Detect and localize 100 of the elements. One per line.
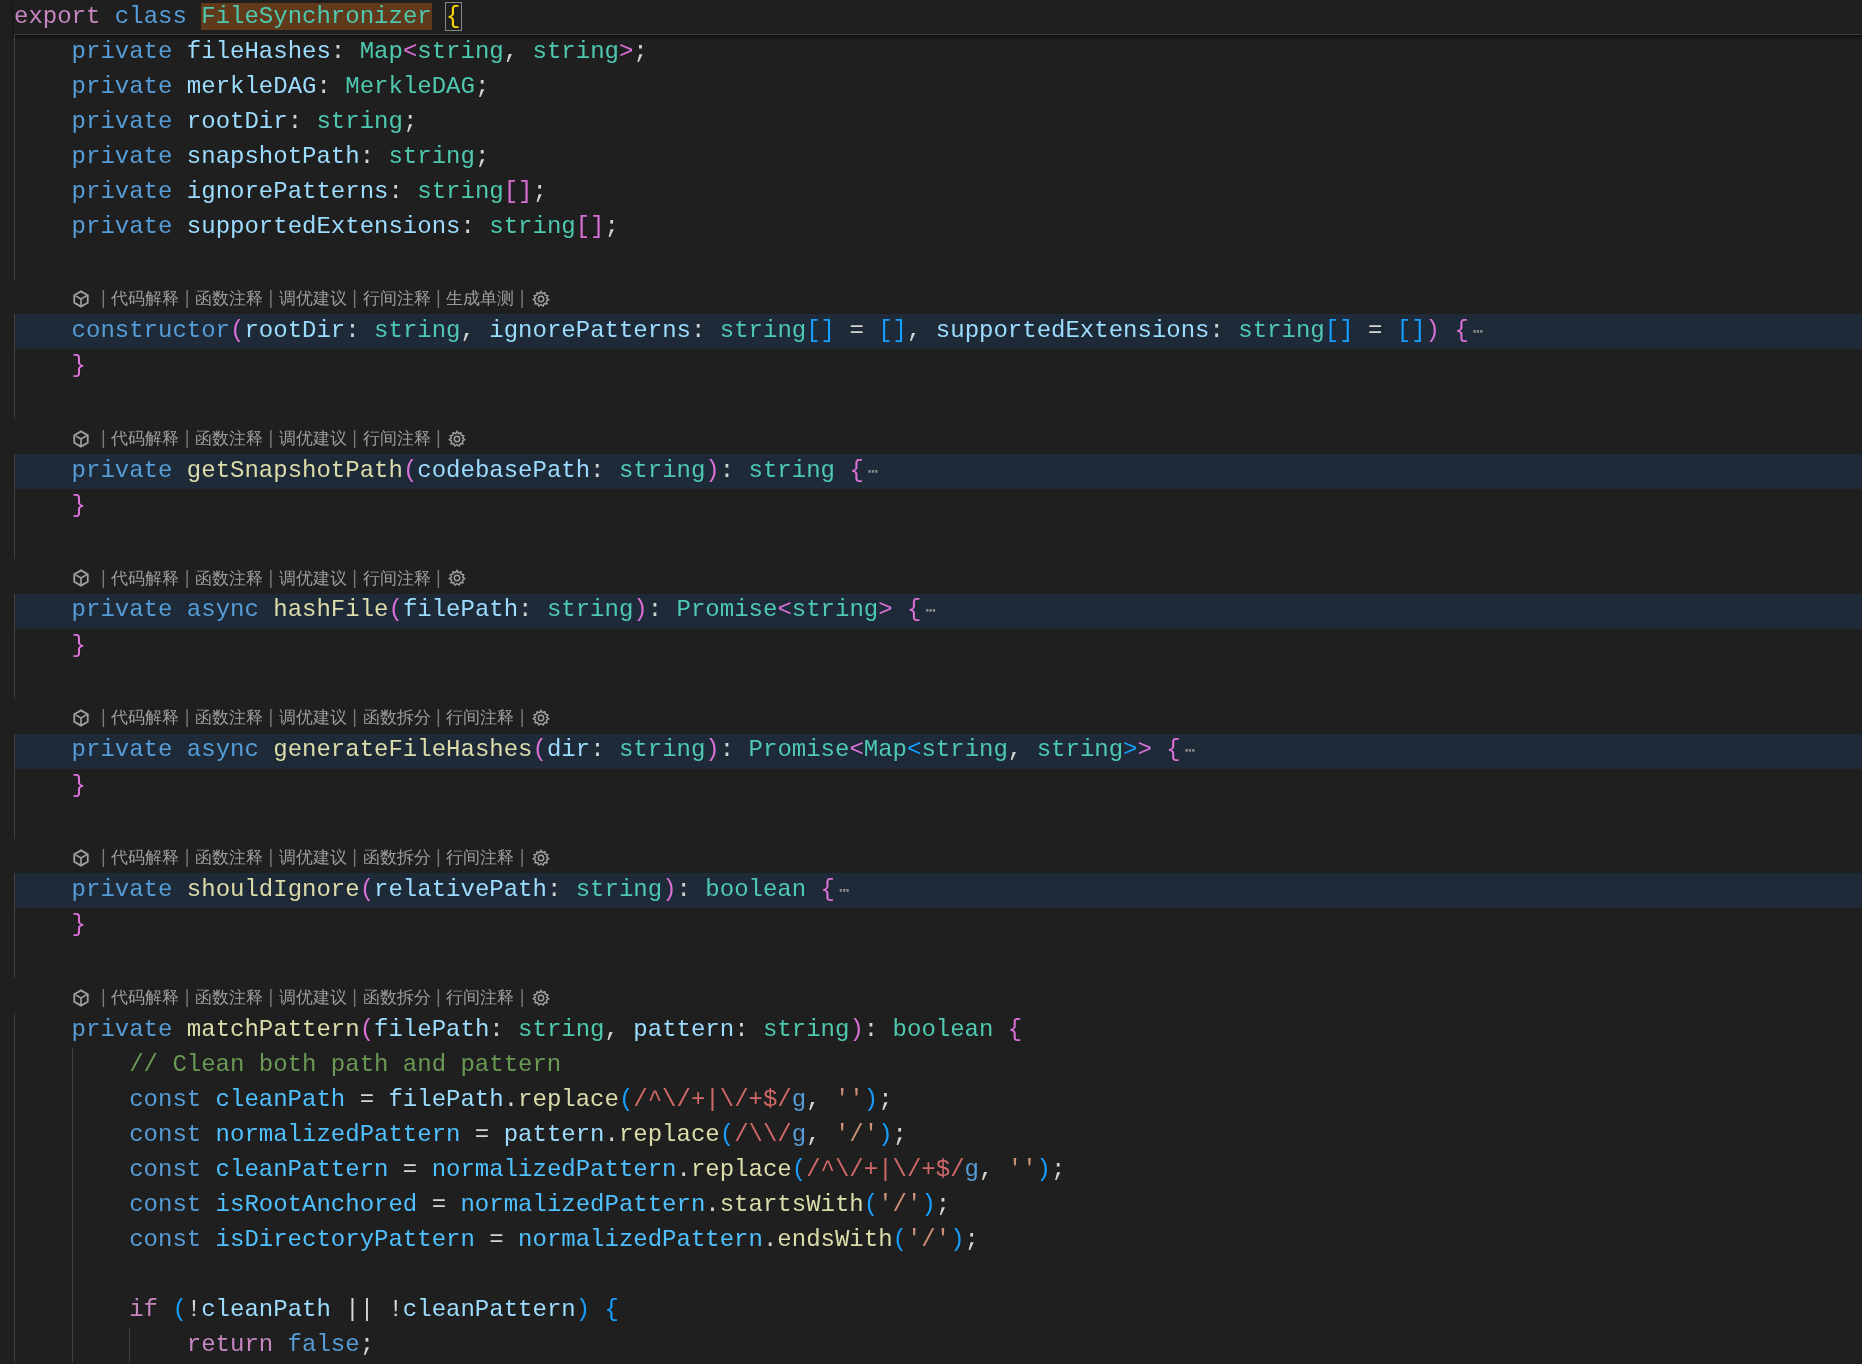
code-line: const isDirectoryPattern = normalizedPattern.endsWith('/'); (129, 1224, 979, 1255)
code-line: const cleanPath = filePath.replace(/^\/+|\/+$/g, ''); (129, 1085, 893, 1116)
code-lens-link[interactable]: 函数拆分 (362, 705, 431, 731)
code-line: private snapshotPath: string; (71, 141, 490, 172)
separator: | (350, 846, 359, 870)
settings-icon[interactable] (532, 709, 550, 728)
code-lens-link[interactable]: 调优建议 (278, 984, 347, 1011)
code-lens-link[interactable]: 函数注释 (195, 984, 264, 1011)
separator: | (99, 566, 108, 590)
separator: | (434, 985, 443, 1009)
code-line: } (71, 351, 86, 382)
settings-icon[interactable] (532, 289, 550, 308)
separator: | (99, 846, 108, 870)
matched-bracket: { (446, 2, 461, 30)
cube-icon (71, 289, 90, 308)
separator: | (518, 287, 526, 311)
cube-icon (71, 848, 90, 867)
code-lens-link[interactable]: 行间注释 (362, 565, 431, 592)
code-line: private async hashFile(filePath: string): Promise<string> { ⋯ (71, 595, 937, 626)
code-line: export class FileSynchronizer { (14, 1, 461, 32)
separator: | (350, 706, 359, 730)
code-lens-link[interactable]: 函数注释 (195, 565, 264, 592)
code-lens-link[interactable]: 行间注释 (446, 705, 515, 731)
separator: | (434, 706, 443, 730)
separator: | (267, 846, 275, 870)
separator: | (267, 287, 275, 311)
code-line: private async generateFileHashes(dir: string): Promise<Map<string, string>> { ⋯ (71, 735, 1196, 766)
code-line: } (71, 910, 86, 941)
separator: | (518, 706, 526, 730)
separator: | (99, 287, 108, 311)
settings-icon[interactable] (532, 848, 550, 867)
code-lens-link[interactable]: 调优建议 (278, 286, 347, 312)
separator: | (267, 426, 275, 450)
code-line: constructor(rootDir: string, ignorePatterns: string[] = [], supportedExtensions: string[] = []) { ⋯ (71, 315, 1484, 346)
code-lens-link[interactable]: 代码解释 (111, 845, 180, 871)
code-lens-link[interactable]: 函数拆分 (362, 984, 431, 1011)
code-line: if (!cleanPath || !cleanPattern) { (129, 1294, 619, 1325)
code-line: const cleanPattern = normalizedPattern.replace(/^\/+|\/+$/g, ''); (129, 1154, 1066, 1185)
code-lens-link[interactable]: 函数拆分 (362, 845, 431, 871)
code-line: private getSnapshotPath(codebasePath: string): string { ⋯ (71, 455, 879, 486)
code-lens-link[interactable]: 生成单测 (446, 286, 515, 312)
cube-icon (71, 988, 90, 1007)
settings-icon[interactable] (532, 988, 550, 1007)
separator: | (183, 706, 192, 730)
code-line: private fileHashes: Map<string, string>; (71, 36, 648, 67)
separator: | (434, 287, 443, 311)
code-line: private merkleDAG: MerkleDAG; (71, 71, 490, 102)
separator: | (267, 985, 275, 1009)
separator: | (183, 566, 192, 590)
settings-icon[interactable] (448, 429, 467, 448)
cube-icon (71, 709, 90, 728)
code-line: } (71, 770, 86, 801)
code-lens-link[interactable]: 行间注释 (446, 845, 515, 871)
separator: | (183, 985, 192, 1009)
code-lens-link[interactable]: 行间注释 (446, 984, 515, 1011)
separator: | (267, 566, 275, 590)
code-line: const isRootAnchored = normalizedPattern.startsWith('/'); (129, 1189, 951, 1220)
separator: | (518, 985, 526, 1009)
code-lens-link[interactable]: 调优建议 (278, 845, 347, 871)
code-lens-link[interactable]: 代码解释 (111, 286, 180, 312)
code-lens-link[interactable]: 函数注释 (195, 286, 264, 312)
code-line: } (71, 491, 86, 522)
separator: | (518, 846, 526, 870)
separator: | (99, 985, 108, 1009)
code-line: private matchPattern(filePath: string, pattern: string): boolean { (71, 1015, 1023, 1046)
cube-icon (71, 569, 90, 588)
separator: | (350, 287, 359, 311)
code-lens-link[interactable]: 函数注释 (195, 845, 264, 871)
separator: | (350, 566, 359, 590)
code-line: private ignorePatterns: string[]; (71, 176, 547, 207)
code-line: private supportedExtensions: string[]; (71, 211, 619, 242)
separator: | (183, 846, 192, 870)
code-lens-link[interactable]: 代码解释 (111, 425, 180, 452)
code-line: } (71, 630, 86, 661)
separator: | (434, 426, 443, 450)
code-lens-link[interactable]: 调优建议 (278, 705, 347, 731)
code-lens-link[interactable]: 函数注释 (195, 425, 264, 452)
code-line: private rootDir: string; (71, 106, 418, 137)
separator: | (99, 706, 108, 730)
code-lens-link[interactable]: 调优建议 (278, 425, 347, 452)
code-lens-link[interactable]: 函数注释 (195, 705, 264, 731)
code-lens-link[interactable]: 代码解释 (111, 565, 180, 592)
code-lens-link[interactable]: 调优建议 (278, 565, 347, 592)
separator: | (434, 846, 443, 870)
code-line: return false; (186, 1329, 375, 1360)
separator: | (350, 985, 359, 1009)
code-lens-link[interactable]: 行间注释 (362, 425, 431, 452)
code-lens-link[interactable]: 代码解释 (111, 984, 180, 1011)
separator: | (267, 706, 275, 730)
separator: | (350, 426, 359, 450)
search-match: FileSynchronizer (201, 2, 432, 30)
code-lens-link[interactable]: 行间注释 (362, 286, 431, 312)
separator: | (434, 566, 443, 590)
cube-icon (71, 429, 90, 448)
code-lens-link[interactable]: 代码解释 (111, 705, 180, 731)
separator: | (183, 287, 192, 311)
code-line: // Clean both path and pattern (129, 1050, 562, 1081)
settings-icon[interactable] (448, 569, 467, 588)
separator: | (183, 426, 192, 450)
separator: | (99, 426, 108, 450)
